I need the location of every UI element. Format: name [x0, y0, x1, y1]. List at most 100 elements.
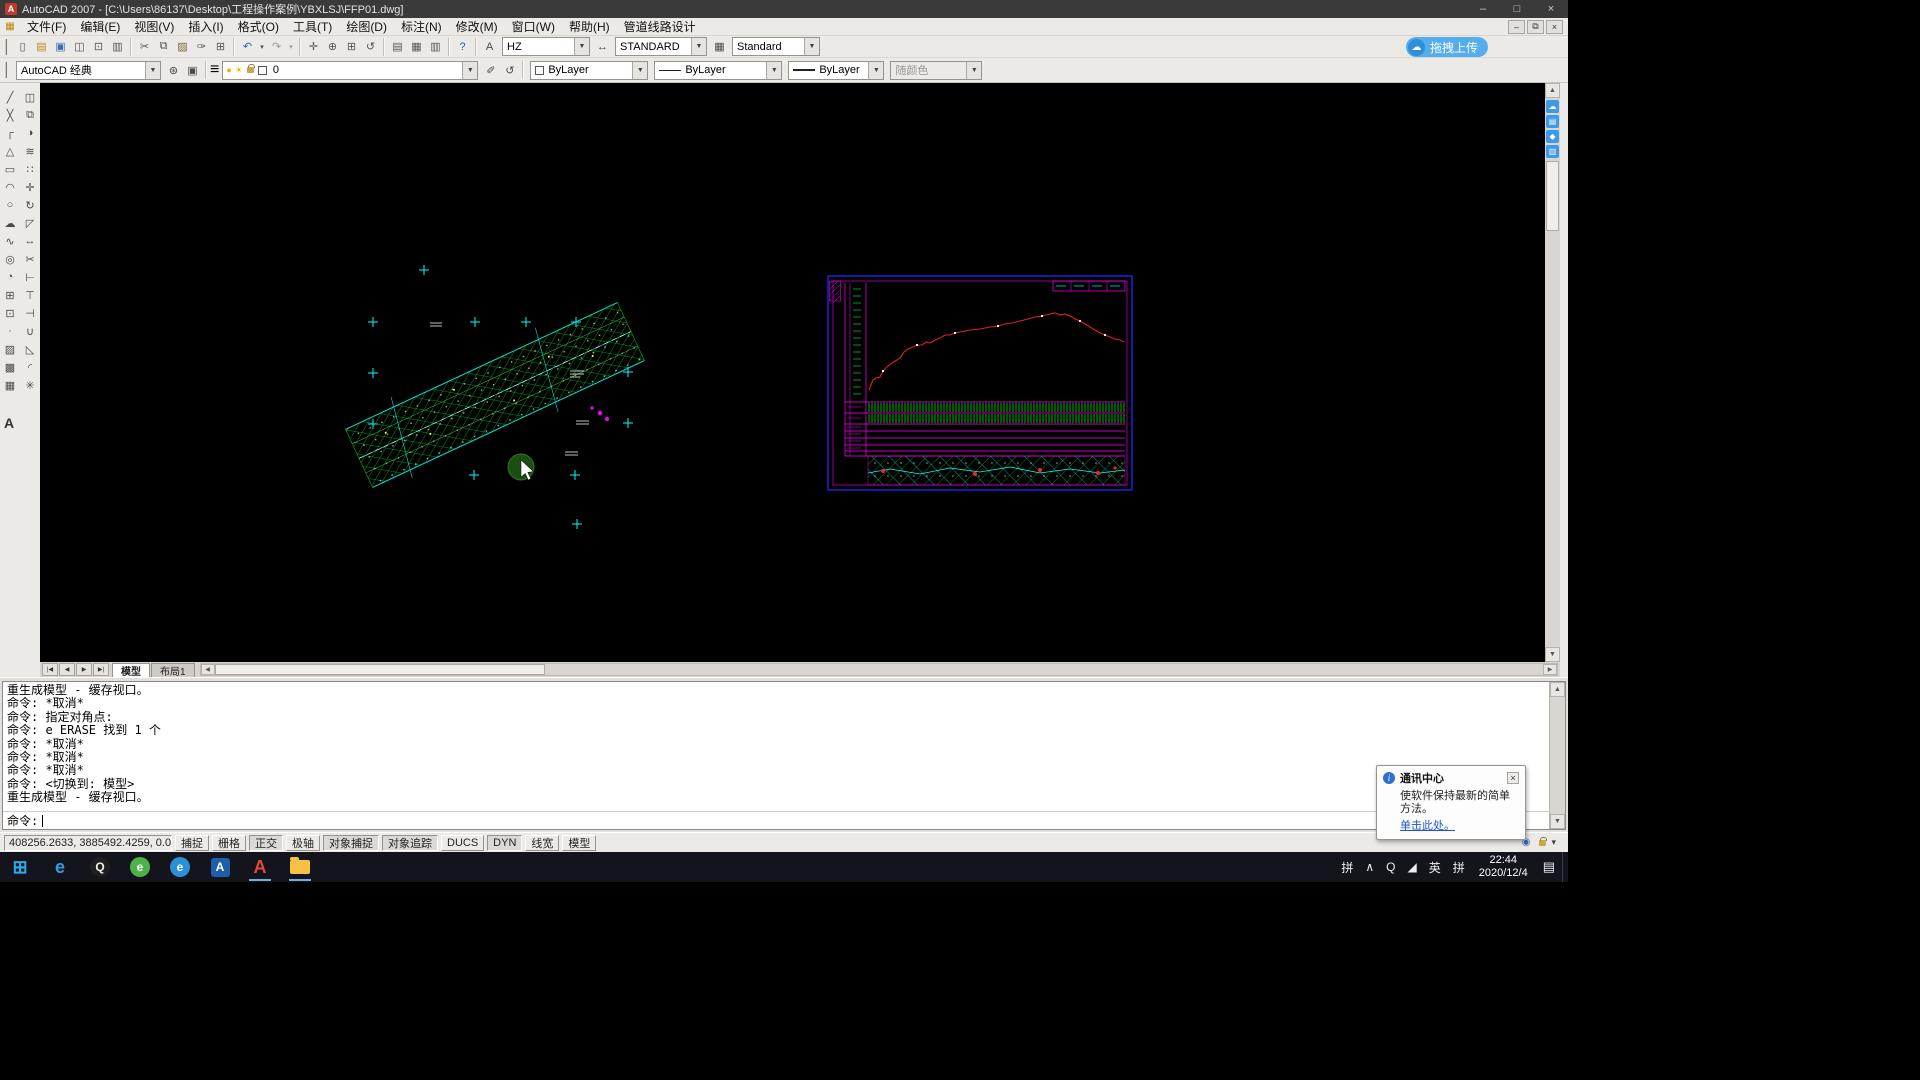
erase-icon[interactable]: ◫	[21, 88, 39, 106]
tab-nav-1[interactable]: ◀	[59, 663, 75, 676]
revision-cloud-icon[interactable]: ☁	[1, 214, 19, 232]
status-toggle-DYN[interactable]: DYN	[487, 835, 522, 851]
color-combo[interactable]: ByLayer ▼	[530, 61, 648, 80]
taskbar-app-explorer[interactable]	[280, 852, 320, 882]
designcenter-icon[interactable]: ▦	[407, 38, 426, 56]
mirror-icon[interactable]: ◑	[21, 124, 39, 142]
status-toggle-DUCS[interactable]: DUCS	[441, 835, 484, 851]
plugin-dock-icon-3[interactable]: ▥	[1546, 145, 1559, 158]
combo-arrow-icon[interactable]: ▼	[868, 62, 883, 79]
plot-preview-icon[interactable]: ⊡	[89, 38, 108, 56]
scale-icon[interactable]: ◸	[21, 214, 39, 232]
scroll-down-button[interactable]: ▼	[1550, 814, 1565, 829]
menu-item-修改(M)[interactable]: 修改(M)	[449, 18, 505, 35]
taskbar-app-cad-launcher[interactable]: A	[200, 852, 240, 882]
menu-item-窗口(W)[interactable]: 窗口(W)	[505, 18, 562, 35]
tray-ime-pinyin[interactable]: 拼	[1335, 852, 1359, 882]
redo-more-icon[interactable]: ▾	[286, 38, 296, 56]
tab-布局1[interactable]: 布局1	[151, 663, 195, 677]
tray-notification-icon[interactable]: ▤	[1536, 852, 1562, 882]
polyline-icon[interactable]: ┌	[1, 124, 19, 142]
status-toggle-线宽[interactable]: 线宽	[525, 835, 559, 851]
zoom-previous-icon[interactable]: ↺	[361, 38, 380, 56]
dim-style-icon[interactable]: ↔	[593, 38, 612, 56]
status-menu-arrow-icon[interactable]: ▾	[1551, 837, 1556, 848]
paste-icon[interactable]: ▨	[173, 38, 192, 56]
cloud-upload-button[interactable]: ☁ 拖拽上传	[1406, 37, 1488, 57]
join-icon[interactable]: ∪	[21, 322, 39, 340]
status-toggle-对象捕捉[interactable]: 对象捕捉	[323, 835, 379, 851]
taskbar-app-start[interactable]: ⊞	[0, 852, 40, 882]
canvas-horizontal-scrollbar[interactable]: ◀ ▶	[200, 663, 1558, 676]
plot-icon[interactable]: ◫	[70, 38, 89, 56]
taskbar-app-browser-360[interactable]: e	[120, 852, 160, 882]
break-icon[interactable]: ⊣	[21, 304, 39, 322]
stretch-icon[interactable]: ↔	[21, 232, 39, 250]
trim-icon[interactable]: ✂	[21, 250, 39, 268]
arc-icon[interactable]: ◠	[1, 178, 19, 196]
layer-freeze-sun-icon[interactable]: ☀	[235, 65, 243, 76]
menu-item-插入(I)[interactable]: 插入(I)	[181, 18, 230, 35]
open-icon[interactable]: ▤	[32, 38, 51, 56]
zoom-realtime-icon[interactable]: ⊕	[323, 38, 342, 56]
text-style-icon[interactable]: A	[480, 38, 499, 56]
extend-icon[interactable]: ⊢	[21, 268, 39, 286]
undo-more-icon[interactable]: ▾	[257, 38, 267, 56]
scroll-down-button[interactable]: ▼	[1545, 647, 1560, 662]
line-icon[interactable]: ╱	[1, 88, 19, 106]
tab-nav-3[interactable]: ▶|	[93, 663, 109, 676]
array-icon[interactable]: ∷	[21, 160, 39, 178]
taskbar-app-qq[interactable]: Q	[80, 852, 120, 882]
text-tool-button[interactable]: A	[4, 415, 14, 431]
offset-icon[interactable]: ≋	[21, 142, 39, 160]
point-icon[interactable]: ·	[1, 322, 19, 340]
command-text-area[interactable]: 重生成模型 - 缓存视口。命令: *取消*命令: 指定对角点:命令: e ERA…	[2, 681, 1566, 830]
status-toggle-极轴[interactable]: 极轴	[286, 835, 320, 851]
publish-icon[interactable]: ▥	[108, 38, 127, 56]
make-block-icon[interactable]: ⊡	[1, 304, 19, 322]
tray-network[interactable]: ◢	[1402, 852, 1423, 882]
layer-previous-icon[interactable]: ↺	[500, 61, 519, 79]
scroll-up-button[interactable]: ▲	[1545, 83, 1560, 98]
combo-arrow-icon[interactable]: ▼	[462, 62, 477, 79]
lineweight-combo[interactable]: ByLayer ▼	[788, 61, 884, 80]
menu-item-编辑(E)[interactable]: 编辑(E)	[73, 18, 127, 35]
polygon-icon[interactable]: △	[1, 142, 19, 160]
taskbar-app-edge[interactable]: e	[40, 852, 80, 882]
table-icon[interactable]: ▦	[1, 376, 19, 394]
tray-lang-en[interactable]: 英	[1423, 852, 1447, 882]
status-toggle-正交[interactable]: 正交	[249, 835, 283, 851]
ellipse-icon[interactable]: ◎	[1, 250, 19, 268]
circle-icon[interactable]: ○	[1, 196, 19, 214]
break-at-point-icon[interactable]: ⊤	[21, 286, 39, 304]
cut-icon[interactable]: ✂	[135, 38, 154, 56]
layer-on-bulb-icon[interactable]: ●	[226, 65, 231, 75]
minimize-button[interactable]: –	[1466, 0, 1500, 18]
text-style-combo[interactable]: HZ ▼	[502, 37, 590, 56]
block-editor-icon[interactable]: ⊞	[211, 38, 230, 56]
popup-link[interactable]: 单击此处。	[1400, 817, 1519, 833]
maximize-button[interactable]: □	[1500, 0, 1534, 18]
copy-clip-icon[interactable]: ⧉	[154, 38, 173, 56]
tab-模型[interactable]: 模型	[112, 663, 150, 677]
scroll-left-button[interactable]: ◀	[201, 664, 215, 675]
plugin-dock-icon-2[interactable]: ◆	[1546, 130, 1559, 143]
make-object-layer-current-icon[interactable]: ✐	[481, 61, 500, 79]
zoom-window-icon[interactable]: ⊞	[342, 38, 361, 56]
properties-palette-icon[interactable]: ▤	[388, 38, 407, 56]
status-toggle-对象追踪[interactable]: 对象追踪	[382, 835, 438, 851]
menu-item-帮助(H)[interactable]: 帮助(H)	[562, 18, 617, 35]
tray-hidden-icons[interactable]: ∧	[1359, 852, 1380, 882]
popup-close-button[interactable]: ×	[1507, 772, 1519, 784]
combo-arrow-icon[interactable]: ▼	[632, 62, 647, 79]
taskbar-clock[interactable]: 22:44 2020/12/4	[1471, 854, 1536, 880]
chamfer-icon[interactable]: ◺	[21, 340, 39, 358]
construction-line-icon[interactable]: ╳	[1, 106, 19, 124]
mdi-close-button[interactable]: ×	[1546, 20, 1563, 34]
help-icon[interactable]: ?	[453, 38, 472, 56]
dim-style-combo[interactable]: STANDARD ▼	[615, 37, 707, 56]
rotate-icon[interactable]: ↻	[21, 196, 39, 214]
combo-arrow-icon[interactable]: ▼	[145, 62, 160, 79]
fillet-icon[interactable]: ◜	[21, 358, 39, 376]
hatch-icon[interactable]: ▨	[1, 340, 19, 358]
